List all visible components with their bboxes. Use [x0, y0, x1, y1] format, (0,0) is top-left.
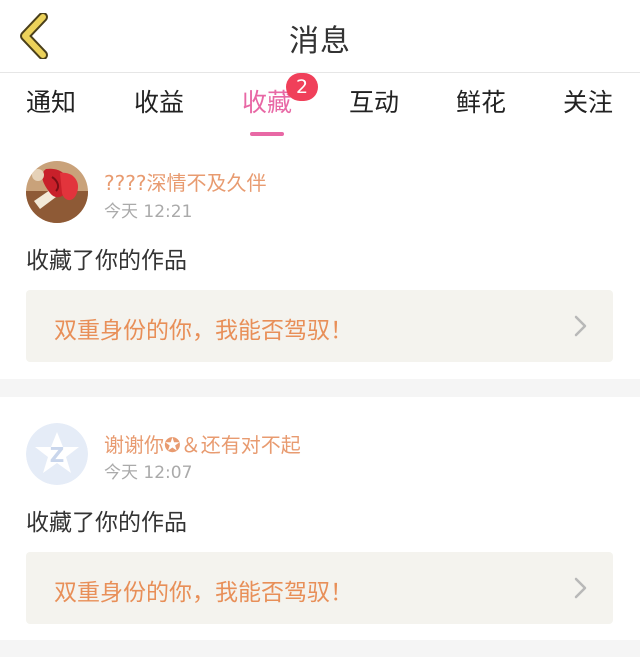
tab-flowers[interactable]: 鲜花: [456, 83, 506, 133]
active-tab-indicator: [250, 132, 284, 136]
action-text: 收藏了你的作品: [26, 248, 187, 274]
tab-bar: 通知 收益 收藏 2 互动 鲜花 关注: [0, 73, 640, 143]
photo-avatar-icon: [26, 161, 88, 223]
page-title: 消息: [289, 24, 351, 59]
work-link[interactable]: 双重身份的你，我能否驾驭！: [26, 552, 613, 624]
timestamp: 今天 12:07: [104, 463, 193, 483]
timestamp: 今天 12:21: [104, 202, 193, 222]
avatar[interactable]: Z: [26, 423, 88, 485]
work-title: 双重身份的你，我能否驾驭！: [54, 318, 353, 344]
avatar[interactable]: [26, 161, 88, 223]
tab-label: 互动: [349, 88, 400, 117]
tab-label: 鲜花: [456, 88, 507, 117]
tab-notifications[interactable]: 通知: [26, 83, 76, 133]
work-link[interactable]: 双重身份的你，我能否驾驭！: [26, 290, 613, 362]
svg-text:Z: Z: [50, 443, 65, 467]
username[interactable]: 谢谢你✪＆还有对不起: [104, 429, 301, 458]
unread-badge: 2: [286, 73, 318, 101]
tab-label: 通知: [26, 88, 77, 117]
tab-favorites[interactable]: 收藏 2: [242, 73, 318, 136]
header-bar: 消息: [0, 0, 640, 73]
messages-screen: 消息 通知 收益 收藏 2 互动 鲜花 关注 ????深情不及久伴 今天 12:…: [0, 0, 640, 657]
tab-label: 关注: [563, 88, 614, 117]
tab-following[interactable]: 关注: [563, 83, 613, 133]
tab-label: 收藏: [242, 88, 293, 117]
username[interactable]: ????深情不及久伴: [104, 167, 266, 196]
message-card: ????深情不及久伴 今天 12:21 收藏了你的作品 双重身份的你，我能否驾驭…: [0, 143, 640, 379]
tab-label: 收益: [134, 88, 185, 117]
tab-interactions[interactable]: 互动: [349, 83, 399, 133]
message-card: Z 谢谢你✪＆还有对不起 今天 12:07 收藏了你的作品 双重身份的你，我能否…: [0, 397, 640, 640]
action-text: 收藏了你的作品: [26, 510, 187, 536]
default-avatar-icon: Z: [26, 423, 88, 485]
tab-earnings[interactable]: 收益: [134, 83, 184, 133]
chevron-right-icon: [574, 315, 587, 337]
work-title: 双重身份的你，我能否驾驭！: [54, 580, 353, 606]
chevron-right-icon: [574, 577, 587, 599]
